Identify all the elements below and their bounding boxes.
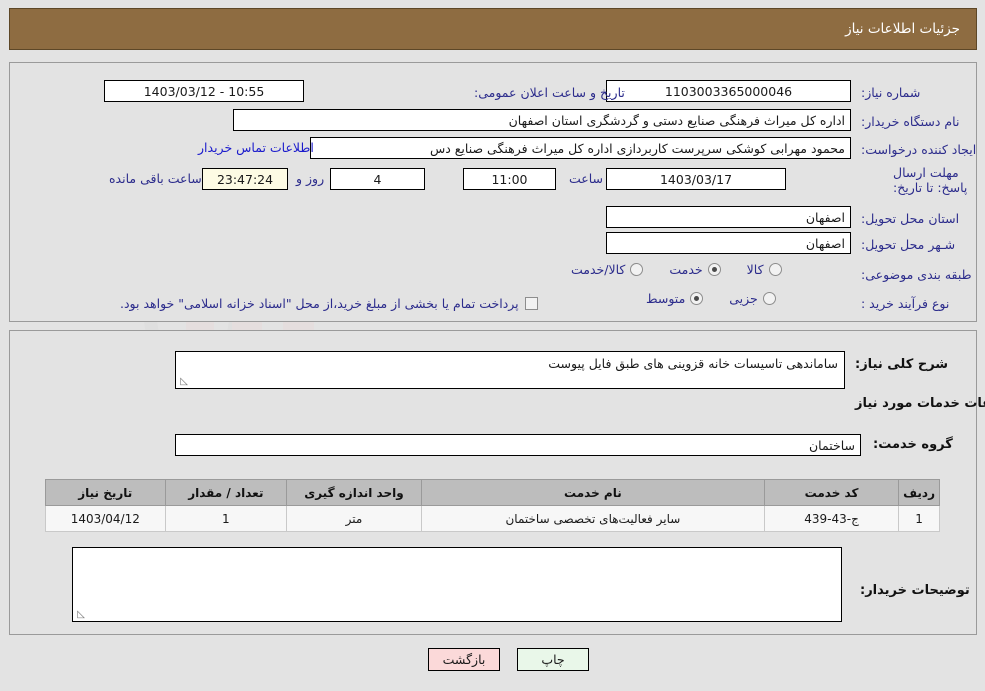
need-number-label-wrap: شماره نیاز: bbox=[855, 80, 970, 104]
treasury-checkbox-row[interactable]: پرداخت تمام یا بخشی از مبلغ خرید،از محل … bbox=[120, 291, 538, 315]
radio-khedmat-label: خدمت bbox=[669, 262, 703, 277]
city-label-wrap: شـهر محل تحویل: bbox=[855, 232, 970, 256]
table-header-row: ردیف کد خدمت نام خدمت واحد اندازه گیری ت… bbox=[45, 479, 940, 506]
buyer-contact-link[interactable]: اطلاعات تماس خریدار bbox=[198, 140, 314, 155]
radio-category-khedmat[interactable]: خدمت bbox=[669, 262, 721, 277]
cell-need-date: 1403/04/12 bbox=[45, 505, 166, 532]
delivery-province-value: اصفهان bbox=[606, 206, 851, 228]
countdown-timer-value: 23:47:24 bbox=[202, 168, 288, 190]
buyer-org-label: نام دستگاه خریدار: bbox=[861, 113, 960, 129]
buyer-notes-textarea[interactable]: ◺ bbox=[72, 547, 842, 622]
table-row[interactable]: 1 ج-43-439 سایر فعالیت‌های تخصصی ساختمان… bbox=[45, 505, 940, 532]
service-group-label: گروه خدمت: bbox=[873, 437, 953, 452]
radio-khedmat-icon bbox=[707, 263, 721, 276]
service-group-value: ساختمان bbox=[175, 434, 861, 456]
cell-index: 1 bbox=[898, 505, 940, 532]
radio-category-kala-khedmat[interactable]: کالا/خدمت bbox=[571, 262, 644, 277]
need-description-label: شرح کلی نیاز: bbox=[855, 357, 949, 372]
cell-name: سایر فعالیت‌های تخصصی ساختمان bbox=[420, 505, 765, 532]
announce-label-wrap: تاریخ و ساعت اعلان عمومی: bbox=[468, 80, 625, 104]
radio-motevaset-icon bbox=[690, 292, 704, 305]
remaining-days-value: 4 bbox=[330, 168, 425, 190]
subject-category-label: طبقه بندی موضوعی: bbox=[861, 266, 972, 282]
delivery-province-label: استان محل تحویل: bbox=[861, 210, 960, 226]
province-label-wrap: استان محل تحویل: bbox=[855, 206, 970, 230]
radio-kala-khedmat-label: کالا/خدمت bbox=[571, 262, 626, 277]
radio-kala-icon bbox=[768, 263, 782, 276]
deadline-label: مهلت ارسال پاسخ: تا تاریخ: bbox=[893, 165, 968, 195]
cell-unit: متر bbox=[286, 505, 422, 532]
radio-jozii-icon bbox=[762, 292, 776, 305]
creator-label-wrap: ایجاد کننده درخواست: bbox=[855, 137, 976, 161]
deadline-time-value: 11:00 bbox=[463, 168, 556, 190]
purchase-process-radio-group: جزیی متوسط bbox=[620, 291, 776, 306]
page-title: جزئیات اطلاعات نیاز bbox=[845, 21, 960, 37]
radio-kala-label: کالا bbox=[746, 262, 764, 277]
th-quantity: تعداد / مقدار bbox=[164, 479, 288, 506]
need-description-textarea[interactable]: ساماندهی تاسیسات خانه قزوینی های طبق فای… bbox=[175, 351, 845, 389]
radio-category-kala[interactable]: کالا bbox=[747, 262, 782, 277]
th-index: ردیف bbox=[898, 479, 940, 506]
resize-grip-icon-notes[interactable]: ◺ bbox=[75, 610, 85, 620]
process-label-wrap: نوع فرآیند خرید : bbox=[855, 291, 973, 315]
services-table: ردیف کد خدمت نام خدمت واحد اندازه گیری ت… bbox=[45, 479, 940, 532]
treasury-checkbox[interactable] bbox=[524, 296, 538, 310]
th-name: نام خدمت bbox=[420, 479, 765, 506]
back-button[interactable]: بازگشت bbox=[428, 648, 500, 671]
remaining-days-label: روز و bbox=[296, 171, 325, 186]
print-button[interactable]: چاپ bbox=[517, 648, 589, 671]
need-number-label: شماره نیاز: bbox=[861, 84, 921, 100]
resize-grip-icon[interactable]: ◺ bbox=[178, 377, 188, 387]
buyer-org-label-wrap: نام دستگاه خریدار: bbox=[855, 109, 970, 133]
countdown-label: ساعت باقی مانده bbox=[109, 171, 202, 186]
cell-quantity: 1 bbox=[164, 505, 288, 532]
deadline-hour-label: ساعت bbox=[569, 171, 604, 186]
radio-process-jozii[interactable]: جزیی bbox=[729, 291, 776, 306]
need-description-value: ساماندهی تاسیسات خانه قزوینی های طبق فای… bbox=[548, 356, 838, 371]
buyer-notes-label: توضیحات خریدار: bbox=[860, 583, 970, 598]
deadline-date-value: 1403/03/17 bbox=[606, 168, 786, 190]
creator-value: محمود مهرابی کوشکی سرپرست کاربردازی ادار… bbox=[310, 137, 851, 159]
need-number-value: 1103003365000046 bbox=[606, 80, 851, 102]
th-unit: واحد اندازه گیری bbox=[286, 479, 422, 506]
delivery-city-label: شـهر محل تحویل: bbox=[861, 236, 956, 252]
th-need-date: تاریخ نیاز bbox=[45, 479, 166, 506]
delivery-city-value: اصفهان bbox=[606, 232, 851, 254]
page-header: جزئیات اطلاعات نیاز bbox=[9, 8, 977, 50]
category-label-wrap: طبقه بندی موضوعی: bbox=[855, 262, 973, 286]
radio-motevaset-label: متوسط bbox=[646, 291, 686, 306]
announce-datetime-value: 10:55 - 1403/03/12 bbox=[104, 80, 304, 102]
services-section-title: اطلاعات خدمات مورد نیاز bbox=[855, 396, 985, 411]
buyer-org-value: اداره کل میراث فرهنگی صنایع دستی و گردشگ… bbox=[233, 109, 851, 131]
radio-jozii-label: جزیی bbox=[729, 291, 758, 306]
purchase-process-label: نوع فرآیند خرید : bbox=[861, 295, 950, 311]
treasury-checkbox-label: پرداخت تمام یا بخشی از مبلغ خرید،از محل … bbox=[120, 295, 519, 311]
deadline-label-wrap: مهلت ارسال پاسخ: تا تاریخ: bbox=[855, 165, 973, 203]
th-code: کد خدمت bbox=[763, 479, 900, 506]
radio-kala-khedmat-icon bbox=[630, 263, 644, 276]
announce-datetime-label: تاریخ و ساعت اعلان عمومی: bbox=[474, 84, 625, 100]
creator-label: ایجاد کننده درخواست: bbox=[861, 141, 977, 157]
subject-category-radio-group: کالا خدمت کالا/خدمت bbox=[545, 262, 782, 277]
radio-process-motevaset[interactable]: متوسط bbox=[646, 291, 704, 306]
cell-code: ج-43-439 bbox=[763, 505, 900, 532]
